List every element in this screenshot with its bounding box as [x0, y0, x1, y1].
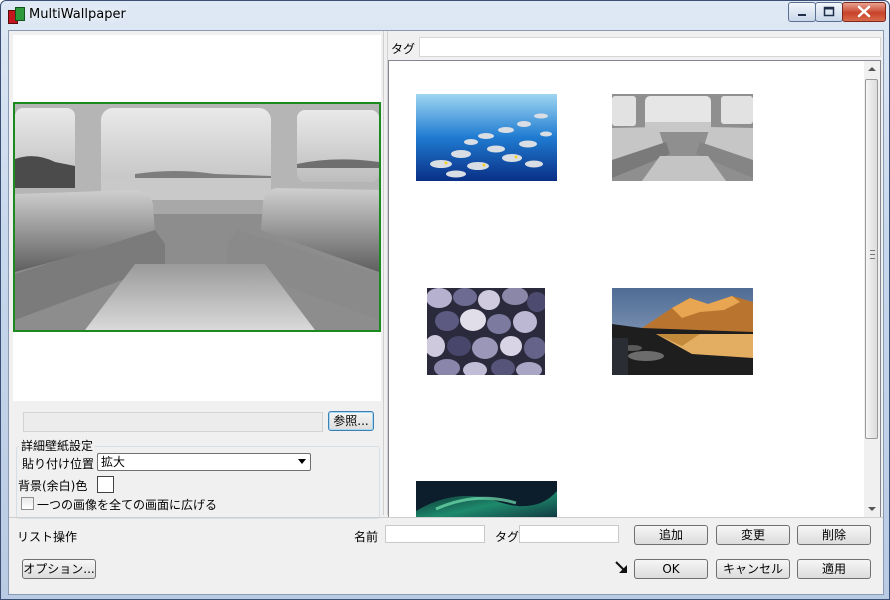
minimize-button[interactable]	[788, 2, 816, 22]
tag-filter-label: タグ	[391, 42, 416, 56]
browse-button[interactable]: 参照...	[328, 411, 374, 431]
grip-icon	[870, 250, 875, 259]
bottom-separator	[9, 517, 883, 518]
list-tag-input[interactable]	[519, 525, 619, 543]
mountain-lake-thumbnail[interactable]	[612, 288, 753, 375]
add-button[interactable]: 追加	[634, 525, 708, 545]
app-icon	[8, 7, 25, 24]
window-title: MultiWallpaper	[29, 7, 126, 22]
client-area: 参照... 詳細壁紙設定 貼り付け位置 拡大 背景(余白)色 一つの画像を全ての…	[8, 30, 884, 595]
fish-school-thumbnail[interactable]	[416, 94, 557, 181]
wallpaper-gallery[interactable]	[388, 60, 881, 518]
tag-filter-input[interactable]	[419, 37, 881, 57]
cancel-button[interactable]: キャンセル	[716, 559, 790, 579]
maximize-icon	[823, 6, 835, 17]
close-icon	[857, 5, 871, 18]
chevron-down-icon	[298, 459, 306, 464]
placement-select[interactable]: 拡大	[97, 453, 311, 471]
pebbles-thumbnail[interactable]	[427, 288, 545, 375]
apply-button[interactable]: 適用	[797, 559, 871, 579]
options-button[interactable]: オプション...	[22, 559, 96, 579]
ok-button[interactable]: OK	[634, 559, 708, 579]
placement-select-value: 拡大	[101, 455, 126, 469]
span-all-screens-label: 一つの画像を全ての画面に広げる	[37, 498, 218, 512]
list-ops-label: リスト操作	[17, 530, 78, 544]
scroll-down-icon[interactable]	[868, 507, 876, 511]
span-all-screens-checkbox[interactable]	[21, 497, 34, 510]
scroll-up-icon[interactable]	[868, 67, 876, 71]
change-button[interactable]: 変更	[716, 525, 790, 545]
main-window: MultiWallpaper 参照... 詳細壁紙設定 貼り付け位置 拡大 背景…	[0, 0, 890, 600]
gallery-scrollbar[interactable]	[864, 61, 880, 517]
arrow-down-right-icon	[615, 561, 627, 573]
preview-image	[13, 102, 381, 332]
scrollbar-thumb[interactable]	[865, 79, 878, 439]
bg-color-label: 背景(余白)色	[18, 479, 88, 493]
name-label: 名前	[354, 530, 379, 544]
wallpaper-preview	[13, 35, 381, 401]
list-tag-label: タグ	[495, 530, 520, 544]
placement-label: 貼り付け位置	[22, 457, 95, 471]
title-bar[interactable]: MultiWallpaper	[1, 1, 889, 29]
name-input[interactable]	[385, 525, 485, 543]
advanced-settings-title: 詳細壁紙設定	[19, 437, 96, 454]
train-interior-thumbnail[interactable]	[612, 94, 753, 181]
close-button[interactable]	[842, 2, 886, 22]
minimize-icon	[798, 14, 806, 16]
image-path-field[interactable]	[23, 412, 323, 432]
aurora-thumbnail[interactable]	[416, 481, 557, 518]
delete-button[interactable]: 削除	[797, 525, 871, 545]
bg-color-swatch[interactable]	[97, 476, 114, 493]
maximize-button[interactable]	[815, 2, 843, 22]
